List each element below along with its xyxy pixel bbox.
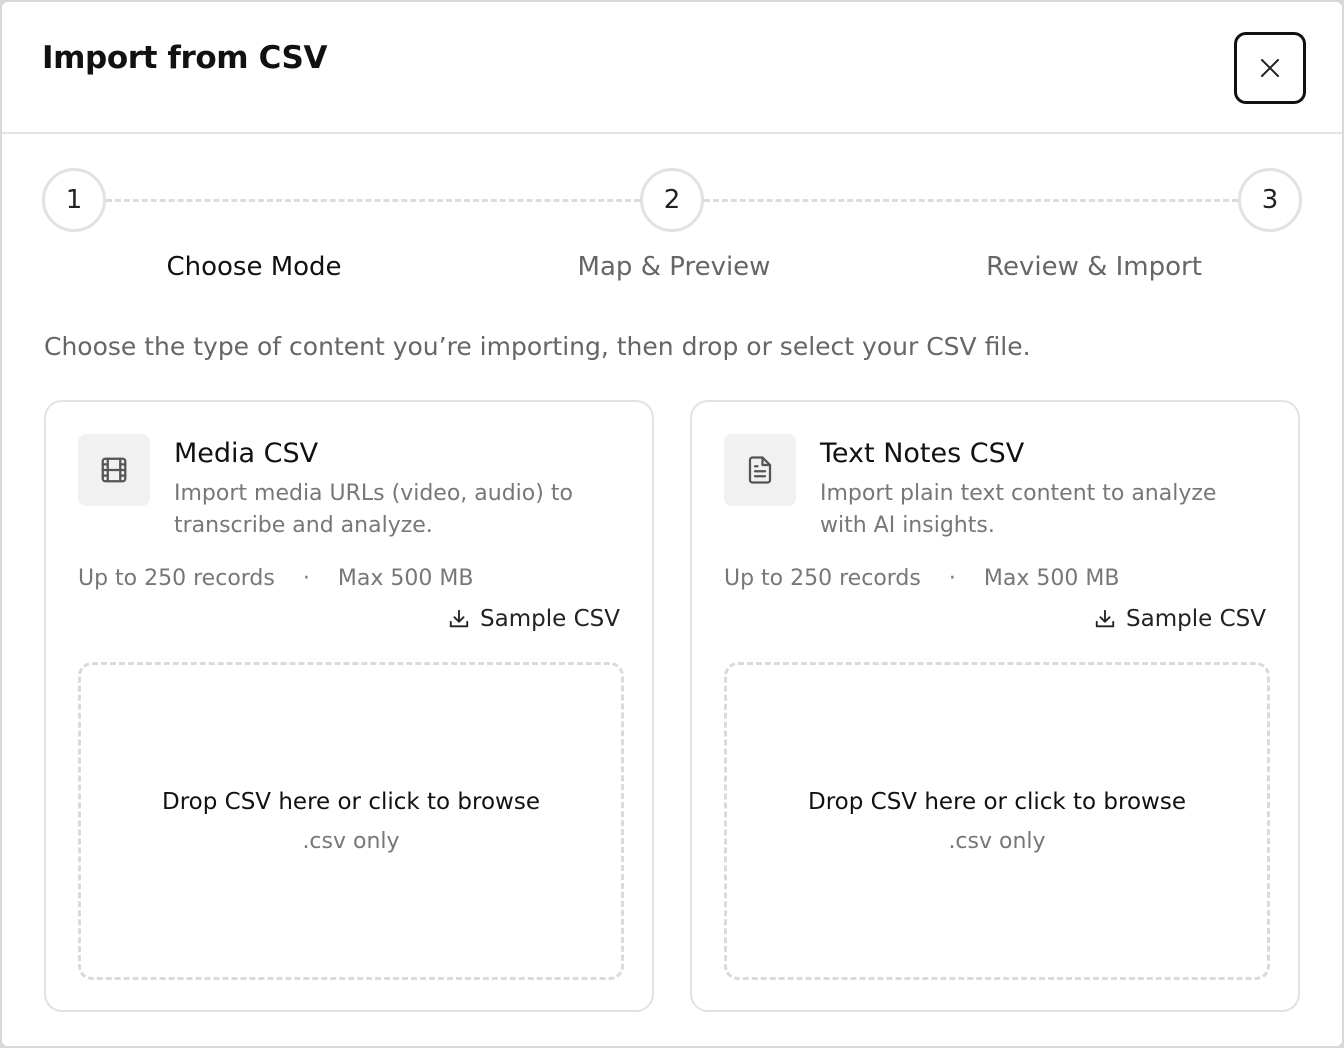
download-icon <box>449 609 469 628</box>
max-size: Max 500 MB <box>983 566 1120 591</box>
dropzone-file-type: .csv only <box>948 829 1046 854</box>
dropzone-instruction: Drop CSV here or click to browse <box>162 789 540 815</box>
meta-separator: · <box>302 566 310 591</box>
sample-csv-label: Sample CSV <box>1126 606 1266 632</box>
stepper: 1 2 3 <box>42 168 1302 232</box>
sample-csv-label: Sample CSV <box>480 606 620 632</box>
dropzone-instruction: Drop CSV here or click to browse <box>808 789 1186 815</box>
card-meta: Up to 250 records · Max 500 MB <box>78 566 473 591</box>
step-3-label: Review & Import <box>986 252 1202 282</box>
import-dialog: Import from CSV 1 2 3 Choose Mode Map & … <box>0 0 1344 1048</box>
dialog-header: Import from CSV <box>2 2 1342 134</box>
records-limit: Up to 250 records <box>78 566 275 591</box>
sample-csv-link[interactable]: Sample CSV <box>1094 606 1266 632</box>
document-icon <box>748 456 772 484</box>
max-size: Max 500 MB <box>337 566 474 591</box>
intro-text: Choose the type of content you’re import… <box>44 332 1031 361</box>
media-csv-card[interactable]: Media CSV Import media URLs (video, audi… <box>44 400 654 1012</box>
step-2-circle: 2 <box>640 168 704 232</box>
step-1-circle: 1 <box>42 168 106 232</box>
download-icon <box>1095 609 1115 628</box>
text-notes-csv-dropzone[interactable]: Drop CSV here or click to browse .csv on… <box>724 662 1270 980</box>
document-icon-container <box>724 434 796 506</box>
step-3-circle: 3 <box>1238 168 1302 232</box>
card-description: Import plain text content to analyze wit… <box>820 481 1217 538</box>
card-description: Import media URLs (video, audio) to tran… <box>174 481 573 538</box>
meta-separator: · <box>948 566 956 591</box>
step-2-label: Map & Preview <box>577 252 771 282</box>
film-icon <box>101 457 127 483</box>
step-connector <box>106 199 640 202</box>
sample-csv-link[interactable]: Sample CSV <box>448 606 620 632</box>
dropzone-file-type: .csv only <box>302 829 400 854</box>
close-icon <box>1261 59 1279 77</box>
records-limit: Up to 250 records <box>724 566 921 591</box>
card-title: Text Notes CSV <box>820 438 1025 469</box>
card-meta: Up to 250 records · Max 500 MB <box>724 566 1119 591</box>
dialog-title: Import from CSV <box>42 40 328 76</box>
close-button[interactable] <box>1234 32 1306 104</box>
film-icon-container <box>78 434 150 506</box>
step-1-label: Choose Mode <box>166 252 342 282</box>
card-title: Media CSV <box>174 438 319 469</box>
step-connector <box>704 199 1238 202</box>
media-csv-dropzone[interactable]: Drop CSV here or click to browse .csv on… <box>78 662 624 980</box>
text-notes-csv-card[interactable]: Text Notes CSV Import plain text content… <box>690 400 1300 1012</box>
